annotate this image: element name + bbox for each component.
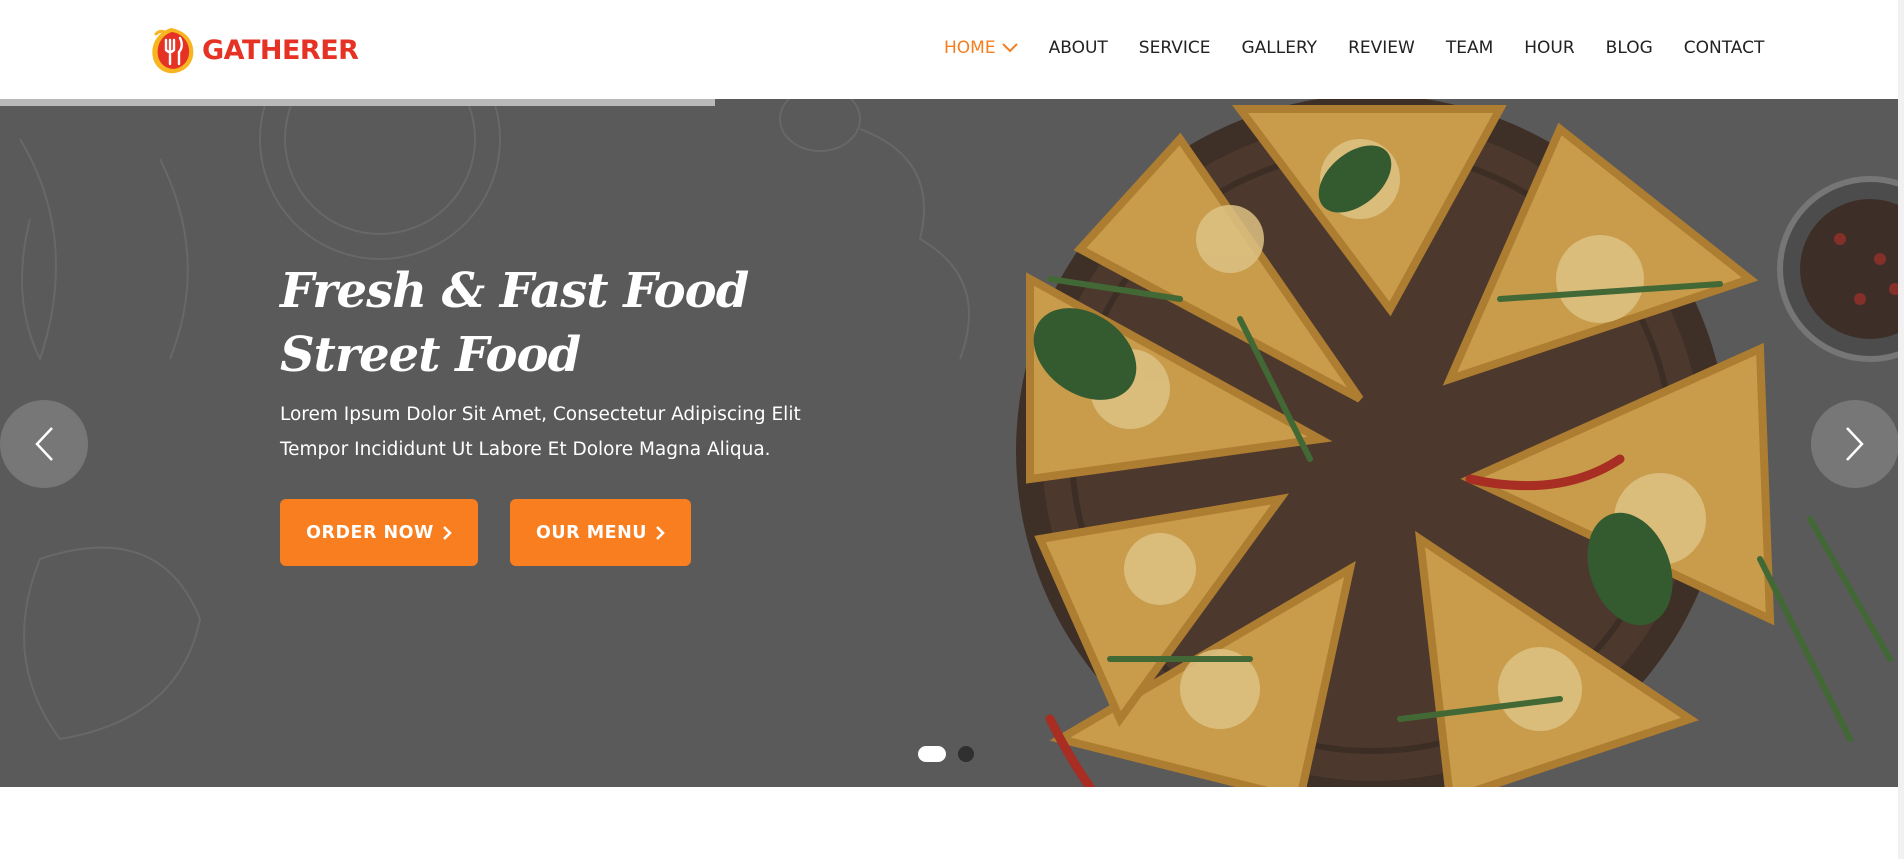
site-header: GATHERER HOME ABOUT SERVICE GALLERY REVI…	[0, 0, 1898, 99]
brand-logo[interactable]: GATHERER	[146, 22, 359, 78]
nav-item-label: REVIEW	[1348, 38, 1415, 58]
slider-prev-button[interactable]	[0, 400, 88, 488]
brand-name: GATHERER	[202, 34, 359, 66]
hero-description-line-2: Tempor Incididunt Ut Labore Et Dolore Ma…	[280, 439, 771, 460]
slider-next-button[interactable]	[1811, 400, 1898, 488]
chevron-left-icon	[35, 427, 53, 461]
hero-description: Lorem Ipsum Dolor Sit Amet, Consectetur …	[280, 397, 840, 467]
nav-item-label: HOUR	[1524, 38, 1575, 58]
nav-item-label: SERVICE	[1138, 38, 1211, 58]
hero-title-line-1: Fresh & Fast Food	[280, 263, 749, 319]
nav-item-label: HOME	[944, 38, 996, 58]
slider-dot-1[interactable]	[918, 746, 946, 762]
nav-item-hour[interactable]: HOUR	[1524, 38, 1574, 58]
nav-item-about[interactable]: ABOUT	[1049, 38, 1108, 58]
nav-item-home[interactable]: HOME	[944, 38, 1018, 58]
nav-item-blog[interactable]: BLOG	[1606, 38, 1653, 58]
nav-item-review[interactable]: REVIEW	[1348, 38, 1415, 58]
scrollbar-track[interactable]	[1898, 0, 1904, 859]
order-now-button[interactable]: ORDER NOW	[280, 499, 478, 566]
our-menu-button[interactable]: OUR MENU	[510, 499, 691, 566]
nav-item-label: TEAM	[1445, 38, 1494, 58]
our-menu-label: OUR MENU	[536, 522, 647, 543]
nav-item-label: GALLERY	[1241, 38, 1318, 58]
hero-slider: Fresh & Fast Food Street Food Lorem Ipsu…	[0, 99, 1898, 787]
nav-item-label: ABOUT	[1048, 38, 1108, 58]
slider-pagination	[918, 746, 974, 762]
slide-progress-bar	[0, 99, 715, 106]
chevron-right-icon	[1846, 427, 1864, 461]
nav-item-label: BLOG	[1605, 38, 1653, 58]
chevron-right-icon	[656, 525, 665, 540]
order-now-label: ORDER NOW	[306, 522, 434, 543]
nav-item-team[interactable]: TEAM	[1446, 38, 1493, 58]
hero-description-line-1: Lorem Ipsum Dolor Sit Amet, Consectetur …	[280, 404, 801, 425]
nav-item-contact[interactable]: CONTACT	[1684, 38, 1765, 58]
nav-item-gallery[interactable]: GALLERY	[1241, 38, 1317, 58]
nav-item-service[interactable]: SERVICE	[1139, 38, 1211, 58]
fork-and-knife-flame-logo-icon	[152, 28, 194, 74]
nav-item-label: CONTACT	[1683, 38, 1765, 58]
chevron-down-icon	[1001, 43, 1018, 53]
hero-title: Fresh & Fast Food Street Food	[280, 259, 749, 387]
hero-title-line-2: Street Food	[280, 327, 581, 383]
chevron-right-icon	[442, 525, 452, 540]
slider-dot-2[interactable]	[958, 746, 974, 762]
main-nav: HOME ABOUT SERVICE GALLERY REVIEW TEAM H…	[944, 38, 1764, 58]
